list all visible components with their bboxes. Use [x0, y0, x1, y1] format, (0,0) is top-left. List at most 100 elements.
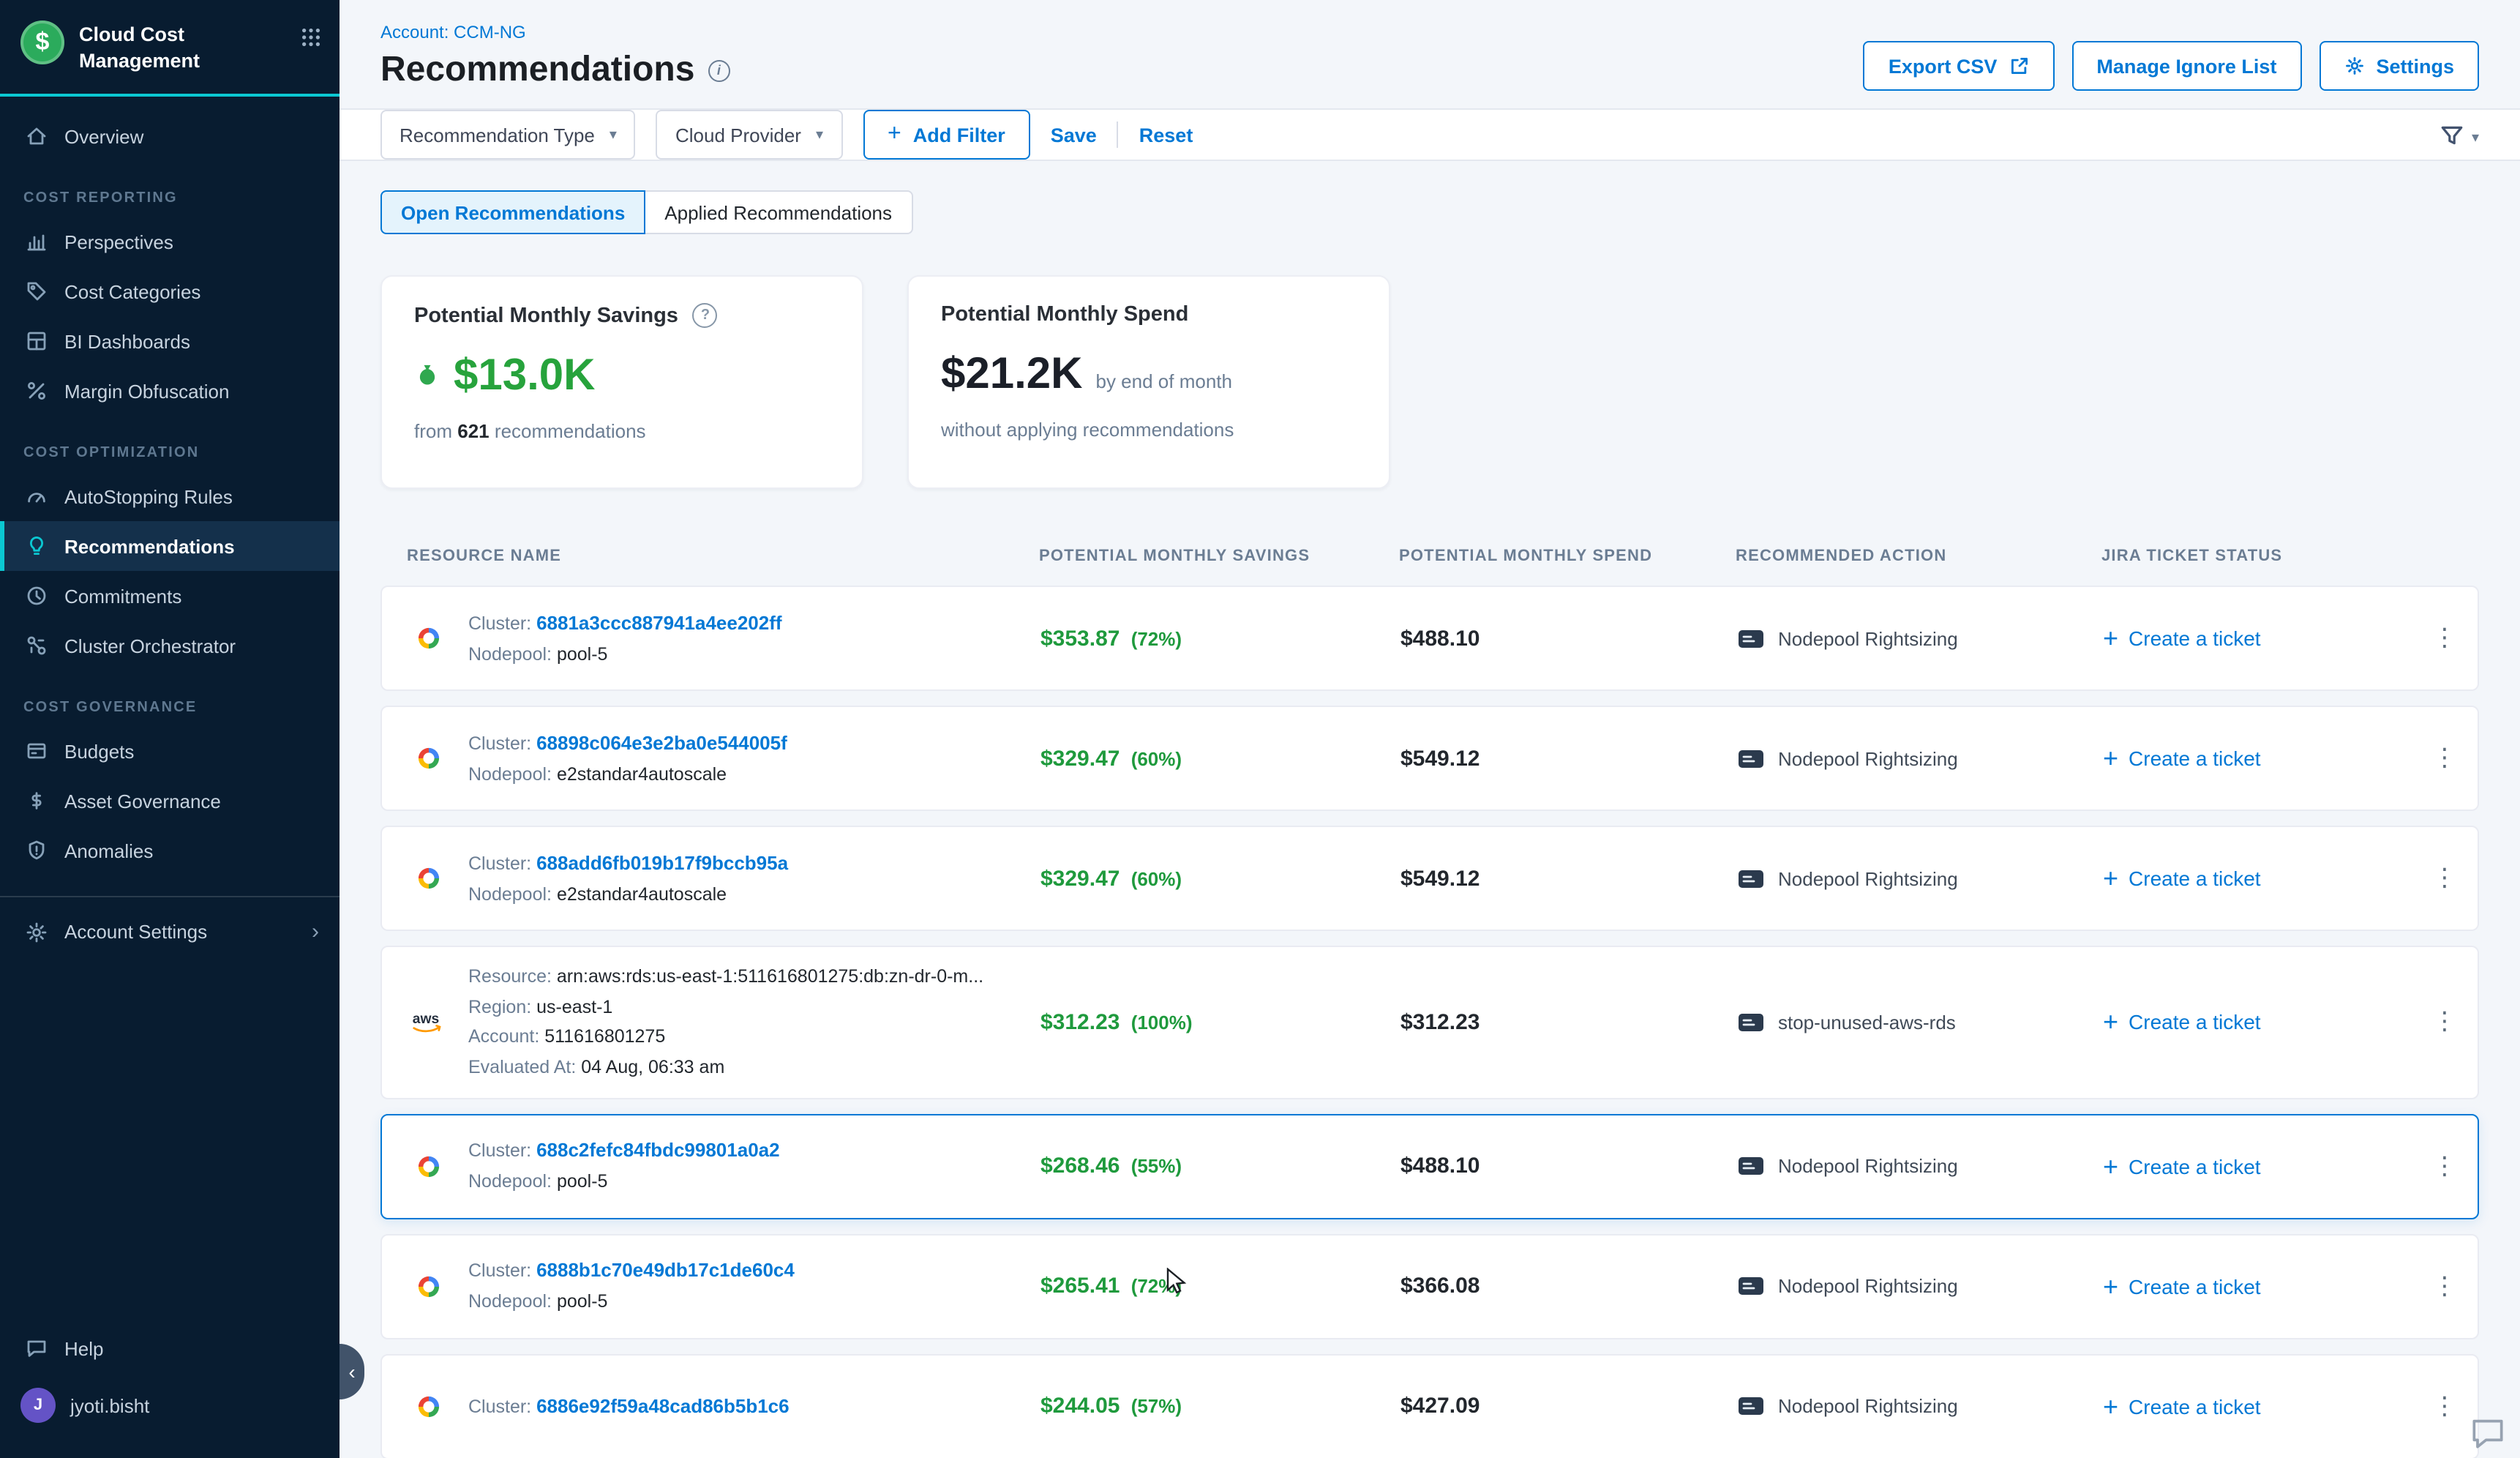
row-menu-button[interactable] — [2432, 624, 2478, 653]
create-ticket-button[interactable]: Create a ticket — [2103, 865, 2396, 891]
resource-link[interactable]: 6888b1c70e49db17c1de60c4 — [536, 1260, 795, 1282]
create-ticket-button[interactable]: Create a ticket — [2103, 1273, 2396, 1299]
table-row[interactable]: aws Cluster: 6886e92f59a48cad86b5b1c6 $2… — [380, 1353, 2479, 1458]
help-circle-icon[interactable] — [693, 303, 718, 328]
table-row[interactable]: aws Cluster: 68898c064e3e2ba0e544005fNod… — [380, 706, 2479, 811]
gcp-logo-icon — [409, 621, 447, 656]
resource-link[interactable]: 688c2fefc84fbdc99801a0a2 — [536, 1140, 780, 1162]
table-row[interactable]: aws Cluster: 688add6fb019b17f9bccb95aNod… — [380, 826, 2479, 931]
create-ticket-button[interactable]: Create a ticket — [2103, 745, 2396, 771]
row-menu-button[interactable] — [2432, 1271, 2478, 1301]
create-ticket-button[interactable]: Create a ticket — [2103, 625, 2396, 651]
recommended-action-icon — [1737, 866, 1765, 891]
savings-value: $329.47 — [1040, 746, 1120, 771]
sidebar-item-asset-governance[interactable]: Asset Governance — [0, 776, 340, 826]
col-jira-ticket-status: JIRA TICKET STATUS — [2101, 547, 2394, 565]
sidebar-item-label: AutoStopping Rules — [64, 485, 233, 507]
recommendation-type-dropdown[interactable]: Recommendation Type — [380, 110, 636, 160]
main-content: Account: CCM-NG Recommendations Export C… — [340, 0, 2520, 1458]
resource-link[interactable]: 688add6fb019b17f9bccb95a — [536, 852, 788, 874]
row-menu-button[interactable] — [2432, 1151, 2478, 1181]
sidebar-item-account-settings[interactable]: Account Settings — [0, 906, 340, 957]
table-row[interactable]: aws Cluster: 688c2fefc84fbdc99801a0a2Nod… — [380, 1113, 2479, 1219]
sidebar-item-cost-categories[interactable]: Cost Categories — [0, 266, 340, 316]
table-row[interactable]: aws Resource: arn:aws:rds:us-east-1:5116… — [380, 946, 2479, 1099]
potential-monthly-savings-card: Potential Monthly Savings $13.0K from 62… — [380, 275, 863, 489]
tab-applied-recommendations[interactable]: Applied Recommendations — [644, 190, 912, 234]
potential-monthly-spend-card: Potential Monthly Spend $21.2K by end of… — [907, 275, 1390, 489]
bar-chart-icon — [25, 230, 48, 253]
sidebar-item-bi-dashboards[interactable]: BI Dashboards — [0, 316, 340, 366]
create-ticket-label: Create a ticket — [2129, 747, 2261, 770]
account-breadcrumb[interactable]: Account: CCM-NG — [380, 22, 526, 42]
sidebar-item-label: Perspectives — [64, 231, 173, 253]
export-csv-button[interactable]: Export CSV — [1864, 41, 2055, 91]
sidebar-item-budgets[interactable]: Budgets — [0, 726, 340, 776]
create-ticket-button[interactable]: Create a ticket — [2103, 1153, 2396, 1179]
resource-link[interactable]: 68898c064e3e2ba0e544005f — [536, 732, 787, 754]
recommended-action: Nodepool Rightsizing — [1778, 1395, 1958, 1417]
gear-icon — [25, 920, 48, 943]
spend-note: by end of month — [1096, 370, 1232, 392]
resource-link[interactable]: 6886e92f59a48cad86b5b1c6 — [536, 1394, 790, 1416]
percent-icon — [25, 379, 48, 403]
gcp-logo-icon — [409, 1268, 447, 1304]
reset-filter-button[interactable]: Reset — [1139, 124, 1193, 146]
resource-field-label: Cluster: — [468, 1261, 536, 1282]
resource-details: Resource: arn:aws:rds:us-east-1:51161680… — [468, 962, 983, 1083]
table-row[interactable]: aws Cluster: 6888b1c70e49db17c1de60c4Nod… — [380, 1233, 2479, 1339]
resource-field-label: Account: — [468, 1027, 544, 1047]
create-ticket-button[interactable]: Create a ticket — [2103, 1393, 2396, 1419]
filter-panel-toggle[interactable] — [2440, 122, 2479, 147]
tab-open-recommendations[interactable]: Open Recommendations — [380, 190, 645, 234]
row-menu-button[interactable] — [2432, 744, 2478, 773]
sidebar-item-label: Commitments — [64, 585, 181, 607]
sidebar-item-autostopping-rules[interactable]: AutoStopping Rules — [0, 471, 340, 521]
sidebar-item-commitments[interactable]: Commitments — [0, 571, 340, 621]
save-filter-button[interactable]: Save — [1051, 124, 1097, 146]
sidebar-item-help[interactable]: Help — [0, 1323, 340, 1373]
user-menu[interactable]: J jyoti.bisht — [0, 1373, 340, 1443]
resource-field-label: Cluster: — [468, 1396, 536, 1416]
sidebar-item-cluster-orchestrator[interactable]: Cluster Orchestrator — [0, 621, 340, 670]
sidebar-item-margin-obfuscation[interactable]: Margin Obfuscation — [0, 366, 340, 416]
add-filter-button[interactable]: Add Filter — [863, 110, 1030, 160]
funnel-icon — [2440, 122, 2464, 147]
table-row[interactable]: aws Cluster: 6881a3ccc887941a4ee202ffNod… — [380, 586, 2479, 691]
resource-field-label: Nodepool: — [468, 763, 557, 784]
recommendations-table: aws Cluster: 6881a3ccc887941a4ee202ffNod… — [380, 586, 2479, 1458]
sidebar-section-cost-governance: COST GOVERNANCE — [0, 670, 340, 726]
recommendation-count: 621 — [457, 420, 489, 442]
info-icon[interactable] — [708, 59, 730, 81]
spend-value: $488.10 — [1400, 626, 1737, 651]
sidebar-item-recommendations[interactable]: Recommendations — [0, 521, 340, 571]
page-title: Recommendations — [380, 50, 694, 91]
sidebar-divider — [0, 896, 340, 897]
chat-bubble-icon — [25, 1336, 48, 1360]
resource-field-label: Cluster: — [468, 853, 536, 874]
row-menu-button[interactable] — [2432, 1008, 2478, 1037]
col-recommended-action: RECOMMENDED ACTION — [1736, 547, 2101, 565]
recommended-action-icon — [1737, 746, 1765, 771]
sidebar-item-perspectives[interactable]: Perspectives — [0, 217, 340, 266]
gcp-logo-icon — [409, 1388, 447, 1424]
sidebar-nav: Overview COST REPORTING Perspectives Cos… — [0, 97, 340, 957]
cloud-provider-dropdown[interactable]: Cloud Provider — [656, 110, 842, 160]
avatar: J — [20, 1388, 56, 1423]
savings-percent: (60%) — [1125, 867, 1182, 889]
sidebar-item-overview[interactable]: Overview — [0, 111, 340, 161]
create-ticket-button[interactable]: Create a ticket — [2103, 1009, 2396, 1036]
apps-grid-icon[interactable] — [300, 20, 322, 53]
support-chat-icon[interactable] — [2467, 1413, 2508, 1458]
sidebar-item-anomalies[interactable]: Anomalies — [0, 826, 340, 875]
settings-button[interactable]: Settings — [2319, 41, 2479, 91]
spend-total: $21.2K — [941, 350, 1083, 400]
manage-ignore-list-button[interactable]: Manage Ignore List — [2071, 41, 2301, 91]
sidebar-header: Cloud Cost Management — [0, 0, 340, 97]
resource-details: Cluster: 688add6fb019b17f9bccb95aNodepoo… — [468, 848, 788, 910]
settings-label: Settings — [2376, 55, 2454, 77]
resource-link[interactable]: 6881a3ccc887941a4ee202ff — [536, 612, 781, 634]
gcp-logo-icon — [409, 1148, 447, 1184]
row-menu-button[interactable] — [2432, 864, 2478, 893]
plus-icon — [888, 123, 901, 146]
